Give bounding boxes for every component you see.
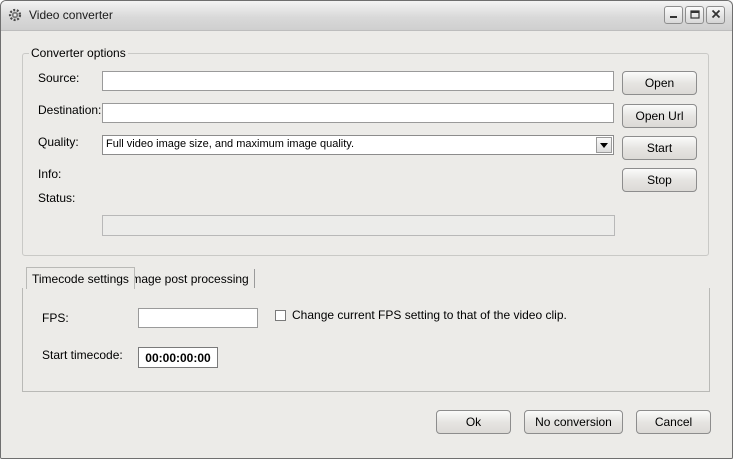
quality-select[interactable]: Full video image size, and maximum image… <box>102 135 614 155</box>
quality-label: Quality: <box>38 135 79 149</box>
quality-selected-value: Full video image size, and maximum image… <box>106 138 355 150</box>
tab-timecode-settings[interactable]: Timecode settings <box>26 267 135 289</box>
ok-button[interactable]: Ok <box>436 410 511 434</box>
no-conversion-button[interactable]: No conversion <box>524 410 623 434</box>
close-button[interactable] <box>706 6 725 24</box>
video-converter-window: Video converter Converter options Source… <box>0 0 733 459</box>
status-progress-bar <box>102 215 615 236</box>
source-input[interactable] <box>102 71 614 91</box>
change-fps-checkbox[interactable] <box>275 310 286 321</box>
maximize-icon <box>689 8 700 22</box>
change-fps-checkbox-label[interactable]: Change current FPS setting to that of th… <box>292 308 567 322</box>
window-title: Video converter <box>29 8 113 22</box>
open-url-button[interactable]: Open Url <box>622 104 697 128</box>
settings-tab-strip: Timecode settings Image post processing <box>22 267 710 289</box>
status-label: Status: <box>38 191 76 205</box>
source-label: Source: <box>38 71 80 85</box>
fps-label: FPS: <box>42 311 69 325</box>
close-icon <box>711 8 721 22</box>
client-area: Converter options Source: Destination: Q… <box>1 31 732 458</box>
start-timecode-input[interactable]: 00:00:00:00 <box>138 347 218 368</box>
open-button[interactable]: Open <box>622 71 697 95</box>
start-button[interactable]: Start <box>622 136 697 160</box>
maximize-button[interactable] <box>685 6 704 24</box>
start-timecode-label: Start timecode: <box>42 348 123 362</box>
minimize-button[interactable] <box>664 6 683 24</box>
cancel-button[interactable]: Cancel <box>636 410 711 434</box>
destination-input[interactable] <box>102 103 614 123</box>
gear-icon <box>7 7 23 23</box>
timecode-settings-panel <box>22 288 710 392</box>
group-title: Converter options <box>29 46 128 60</box>
tab-image-post-processing[interactable]: Image post processing <box>123 269 255 288</box>
fps-input[interactable] <box>138 308 258 328</box>
chevron-down-icon[interactable] <box>596 137 612 153</box>
minimize-icon <box>669 8 678 22</box>
destination-label: Destination: <box>38 103 102 117</box>
title-bar[interactable]: Video converter <box>1 1 732 31</box>
info-label: Info: <box>38 167 62 181</box>
stop-button[interactable]: Stop <box>622 168 697 192</box>
